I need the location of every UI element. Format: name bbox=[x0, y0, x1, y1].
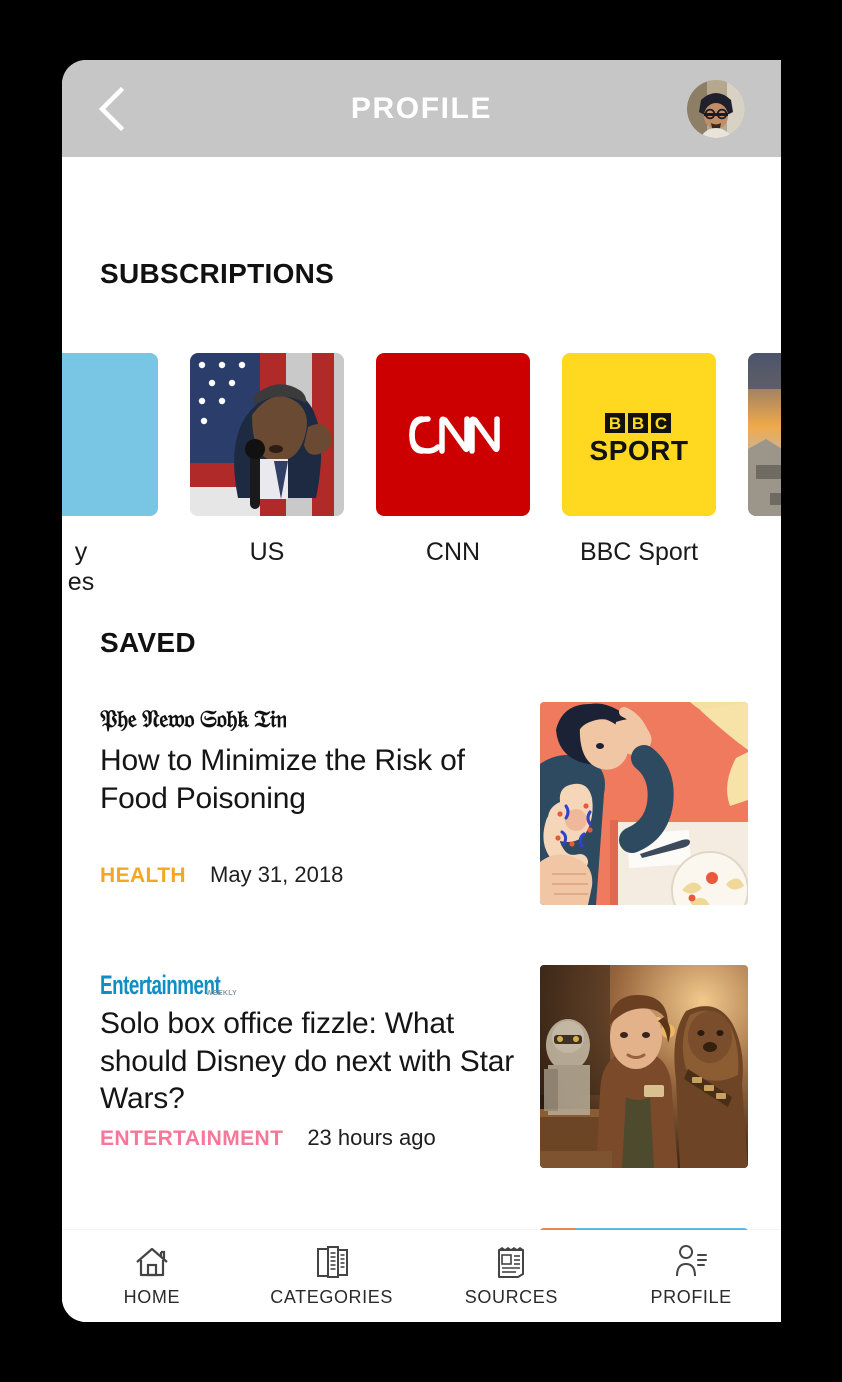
tab-categories[interactable]: CATEGORIES bbox=[242, 1244, 422, 1308]
article-time: May 31, 2018 bbox=[210, 862, 343, 888]
saved-articles-list: 𝔓𝔥𝔢 𝔑𝔢𝔴𝔬 𝔖𝔬𝔥𝔨 𝔗𝔦𝔪𝔢𝔰 How to Minimize the … bbox=[62, 692, 781, 1322]
category-tag: HEALTH bbox=[100, 864, 186, 888]
person-lines-icon bbox=[673, 1244, 709, 1280]
subscription-card[interactable]: B B C SPORT BBC Sport bbox=[562, 353, 716, 597]
subscription-thumbnail bbox=[62, 353, 158, 516]
svg-text:C: C bbox=[655, 414, 667, 433]
subscriptions-carousel[interactable]: y es bbox=[62, 353, 781, 603]
screenshot-root: PROFILE bbox=[0, 0, 842, 1382]
page-title: PROFILE bbox=[62, 60, 781, 157]
chevron-left-icon bbox=[94, 86, 128, 132]
subscription-card[interactable]: CNN bbox=[376, 353, 530, 597]
article-card[interactable]: Entertainment WEEKLY Solo box office fiz… bbox=[62, 955, 781, 1218]
home-icon bbox=[134, 1244, 170, 1280]
tab-home[interactable]: HOME bbox=[62, 1244, 242, 1308]
svg-text:SPORT: SPORT bbox=[590, 435, 689, 466]
carousel-track: y es bbox=[62, 353, 781, 597]
svg-text:WEEKLY: WEEKLY bbox=[206, 990, 237, 997]
nyt-masthead-icon: 𝔓𝔥𝔢 𝔑𝔢𝔴𝔬 𝔖𝔬𝔥𝔨 𝔗𝔦𝔪𝔢𝔰 bbox=[100, 706, 520, 732]
subscription-card[interactable]: World bbox=[748, 353, 781, 597]
subscription-thumbnail bbox=[748, 353, 781, 516]
subscription-label: US bbox=[190, 538, 344, 568]
svg-text:B: B bbox=[609, 414, 621, 433]
tab-sources[interactable]: SOURCES bbox=[422, 1244, 602, 1308]
subscription-label: y es bbox=[62, 538, 158, 597]
back-button[interactable] bbox=[88, 86, 134, 132]
article-text: Entertainment WEEKLY Solo box office fiz… bbox=[100, 955, 520, 1118]
article-text: 𝔓𝔥𝔢 𝔑𝔢𝔴𝔬 𝔖𝔬𝔥𝔨 𝔗𝔦𝔪𝔢𝔰 How to Minimize the … bbox=[100, 692, 520, 817]
subscription-label: CNN bbox=[376, 538, 530, 568]
tab-profile[interactable]: PROFILE bbox=[601, 1244, 781, 1308]
subscription-label: World bbox=[748, 538, 781, 568]
solo-star-wars-still-icon bbox=[540, 965, 748, 1168]
subscription-card[interactable]: y es bbox=[62, 353, 158, 597]
scroll-content[interactable]: SUBSCRIPTIONS y es bbox=[62, 157, 781, 1322]
subscription-thumbnail: B B C SPORT bbox=[562, 353, 716, 516]
entertainment-weekly-logo-icon: Entertainment WEEKLY bbox=[100, 969, 520, 995]
tab-label-profile: PROFILE bbox=[651, 1287, 732, 1308]
saved-heading: SAVED bbox=[100, 627, 196, 659]
stacked-cards-icon bbox=[314, 1244, 350, 1280]
avatar[interactable] bbox=[687, 80, 745, 138]
bottom-tab-bar: HOME CATEGORIES bbox=[62, 1230, 781, 1322]
article-thumbnail bbox=[540, 965, 748, 1168]
article-title: Solo box office fizzle: What should Disn… bbox=[100, 1005, 520, 1118]
food-poisoning-illustration-icon bbox=[540, 702, 748, 905]
svg-text:B: B bbox=[632, 414, 644, 433]
article-meta: ENTERTAINMENT 23 hours ago bbox=[100, 1125, 436, 1151]
subscription-thumbnail bbox=[376, 353, 530, 516]
svg-text:Entertainment: Entertainment bbox=[100, 969, 221, 997]
article-meta: HEALTH May 31, 2018 bbox=[100, 862, 343, 888]
subscription-card[interactable]: US bbox=[190, 353, 344, 597]
article-thumbnail bbox=[540, 702, 748, 905]
tab-label-sources: SOURCES bbox=[465, 1287, 558, 1308]
article-time: 23 hours ago bbox=[307, 1125, 435, 1151]
subscription-thumbnail bbox=[190, 353, 344, 516]
tab-label-home: HOME bbox=[124, 1287, 180, 1308]
svg-text:𝔓𝔥𝔢 𝔑𝔢𝔴𝔬 𝔖𝔬𝔥𝔨 𝔗𝔦�: 𝔓𝔥𝔢 𝔑𝔢𝔴𝔬 𝔖𝔬𝔥𝔨 𝔗𝔦𝔪𝔢𝔰 bbox=[100, 706, 286, 732]
newspaper-icon bbox=[493, 1244, 529, 1280]
phone-screen: PROFILE bbox=[62, 60, 781, 1322]
tab-label-categories: CATEGORIES bbox=[270, 1287, 393, 1308]
app-bar: PROFILE bbox=[62, 60, 781, 157]
user-avatar-photo bbox=[687, 80, 745, 138]
subscription-label: BBC Sport bbox=[562, 538, 716, 568]
article-card[interactable]: 𝔓𝔥𝔢 𝔑𝔢𝔴𝔬 𝔖𝔬𝔥𝔨 𝔗𝔦𝔪𝔢𝔰 How to Minimize the … bbox=[62, 692, 781, 955]
category-tag: ENTERTAINMENT bbox=[100, 1127, 283, 1151]
article-title: How to Minimize the Risk of Food Poisoni… bbox=[100, 742, 520, 817]
subscriptions-heading: SUBSCRIPTIONS bbox=[100, 258, 334, 290]
